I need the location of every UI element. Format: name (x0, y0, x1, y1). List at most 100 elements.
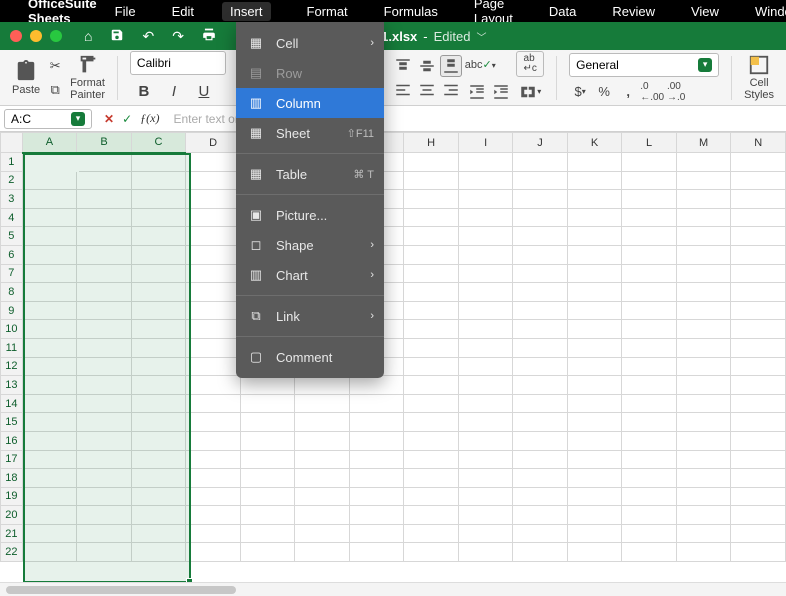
cell-J21[interactable] (513, 524, 567, 543)
cell-M14[interactable] (676, 394, 731, 413)
cell-N7[interactable] (731, 264, 786, 283)
cell-N17[interactable] (731, 450, 786, 469)
cell-C22[interactable] (131, 543, 186, 562)
cell-D9[interactable] (186, 301, 241, 320)
cell-H1[interactable] (404, 153, 459, 172)
menu-edit[interactable]: Edit (172, 4, 194, 19)
comma-button[interactable]: , (617, 81, 639, 103)
cell-G18[interactable] (349, 469, 404, 488)
cell-C1[interactable] (131, 153, 186, 172)
cell-J3[interactable] (513, 190, 567, 209)
cell-J2[interactable] (513, 171, 567, 190)
cell-J8[interactable] (513, 283, 567, 302)
row-header-21[interactable]: 21 (1, 524, 23, 543)
cell-I3[interactable] (458, 190, 512, 209)
cell-A15[interactable] (22, 413, 77, 432)
cell-H16[interactable] (404, 431, 459, 450)
cell-I8[interactable] (458, 283, 512, 302)
cell-M2[interactable] (676, 171, 731, 190)
cell-M12[interactable] (676, 357, 731, 376)
cell-I12[interactable] (458, 357, 512, 376)
cell-A11[interactable] (22, 338, 77, 357)
insert-menu-sheet[interactable]: ▦Sheet⇧F11 (236, 118, 384, 148)
row-header-14[interactable]: 14 (1, 394, 23, 413)
cell-K4[interactable] (567, 208, 622, 227)
cell-N20[interactable] (731, 506, 786, 525)
cell-I20[interactable] (458, 506, 512, 525)
cell-D14[interactable] (186, 394, 241, 413)
cell-N19[interactable] (731, 487, 786, 506)
row-header-18[interactable]: 18 (1, 469, 23, 488)
row-header-10[interactable]: 10 (1, 320, 23, 339)
cell-H21[interactable] (404, 524, 459, 543)
menu-review[interactable]: Review (612, 4, 655, 19)
cell-E19[interactable] (240, 487, 295, 506)
cell-K21[interactable] (567, 524, 622, 543)
cell-L1[interactable] (622, 153, 676, 172)
cell-C16[interactable] (131, 431, 186, 450)
cell-L2[interactable] (622, 171, 676, 190)
cell-H22[interactable] (404, 543, 459, 562)
cell-H19[interactable] (404, 487, 459, 506)
confirm-icon[interactable]: ✓ (122, 112, 132, 126)
cell-I1[interactable] (458, 153, 512, 172)
insert-menu-cell[interactable]: ▦Cell› (236, 28, 384, 58)
row-header-5[interactable]: 5 (1, 227, 23, 246)
select-all-corner[interactable] (1, 133, 23, 153)
col-header-D[interactable]: D (186, 133, 241, 153)
cell-M16[interactable] (676, 431, 731, 450)
percent-button[interactable]: % (593, 81, 615, 103)
cell-B8[interactable] (77, 283, 132, 302)
spreadsheet-grid[interactable]: ABCDEFGHIJKLMN 1234567891011121314151617… (0, 132, 786, 582)
cell-K9[interactable] (567, 301, 622, 320)
cell-E16[interactable] (240, 431, 295, 450)
cell-D21[interactable] (186, 524, 241, 543)
cell-H4[interactable] (404, 208, 459, 227)
cell-A22[interactable] (22, 543, 77, 562)
cell-C17[interactable] (131, 450, 186, 469)
cell-G16[interactable] (349, 431, 404, 450)
decrease-decimal-button[interactable]: .00→.0 (665, 81, 687, 103)
cell-G20[interactable] (349, 506, 404, 525)
cell-N22[interactable] (731, 543, 786, 562)
cell-H12[interactable] (404, 357, 459, 376)
menu-file[interactable]: File (115, 4, 136, 19)
row-header-11[interactable]: 11 (1, 338, 23, 357)
cell-D2[interactable] (186, 171, 241, 190)
cell-B14[interactable] (77, 394, 132, 413)
cell-M19[interactable] (676, 487, 731, 506)
insert-menu-comment[interactable]: ▢Comment (236, 342, 384, 372)
name-box[interactable]: A:C▾ (4, 109, 92, 129)
cell-M9[interactable] (676, 301, 731, 320)
cell-L19[interactable] (622, 487, 676, 506)
cell-A9[interactable] (22, 301, 77, 320)
cell-L22[interactable] (622, 543, 676, 562)
cell-N1[interactable] (731, 153, 786, 172)
cell-I2[interactable] (458, 171, 512, 190)
cell-L21[interactable] (622, 524, 676, 543)
cell-C19[interactable] (131, 487, 186, 506)
cell-F18[interactable] (295, 469, 350, 488)
align-bottom-icon[interactable] (440, 55, 462, 77)
paste-button[interactable]: Paste (12, 59, 40, 97)
cell-C18[interactable] (131, 469, 186, 488)
cell-B15[interactable] (77, 413, 132, 432)
cell-J18[interactable] (513, 469, 567, 488)
indent-decrease-icon[interactable] (466, 81, 488, 103)
cell-K11[interactable] (567, 338, 622, 357)
cell-K19[interactable] (567, 487, 622, 506)
print-icon[interactable] (202, 28, 216, 45)
cell-M1[interactable] (676, 153, 731, 172)
cell-I17[interactable] (458, 450, 512, 469)
cell-K16[interactable] (567, 431, 622, 450)
row-header-22[interactable]: 22 (1, 543, 23, 562)
cell-E22[interactable] (240, 543, 295, 562)
cell-A21[interactable] (22, 524, 77, 543)
cell-D5[interactable] (186, 227, 241, 246)
cell-G21[interactable] (349, 524, 404, 543)
cancel-icon[interactable]: ✕ (104, 112, 114, 126)
cell-K13[interactable] (567, 376, 622, 395)
cell-D1[interactable] (186, 153, 241, 172)
cell-I22[interactable] (458, 543, 512, 562)
cell-G13[interactable] (349, 376, 404, 395)
